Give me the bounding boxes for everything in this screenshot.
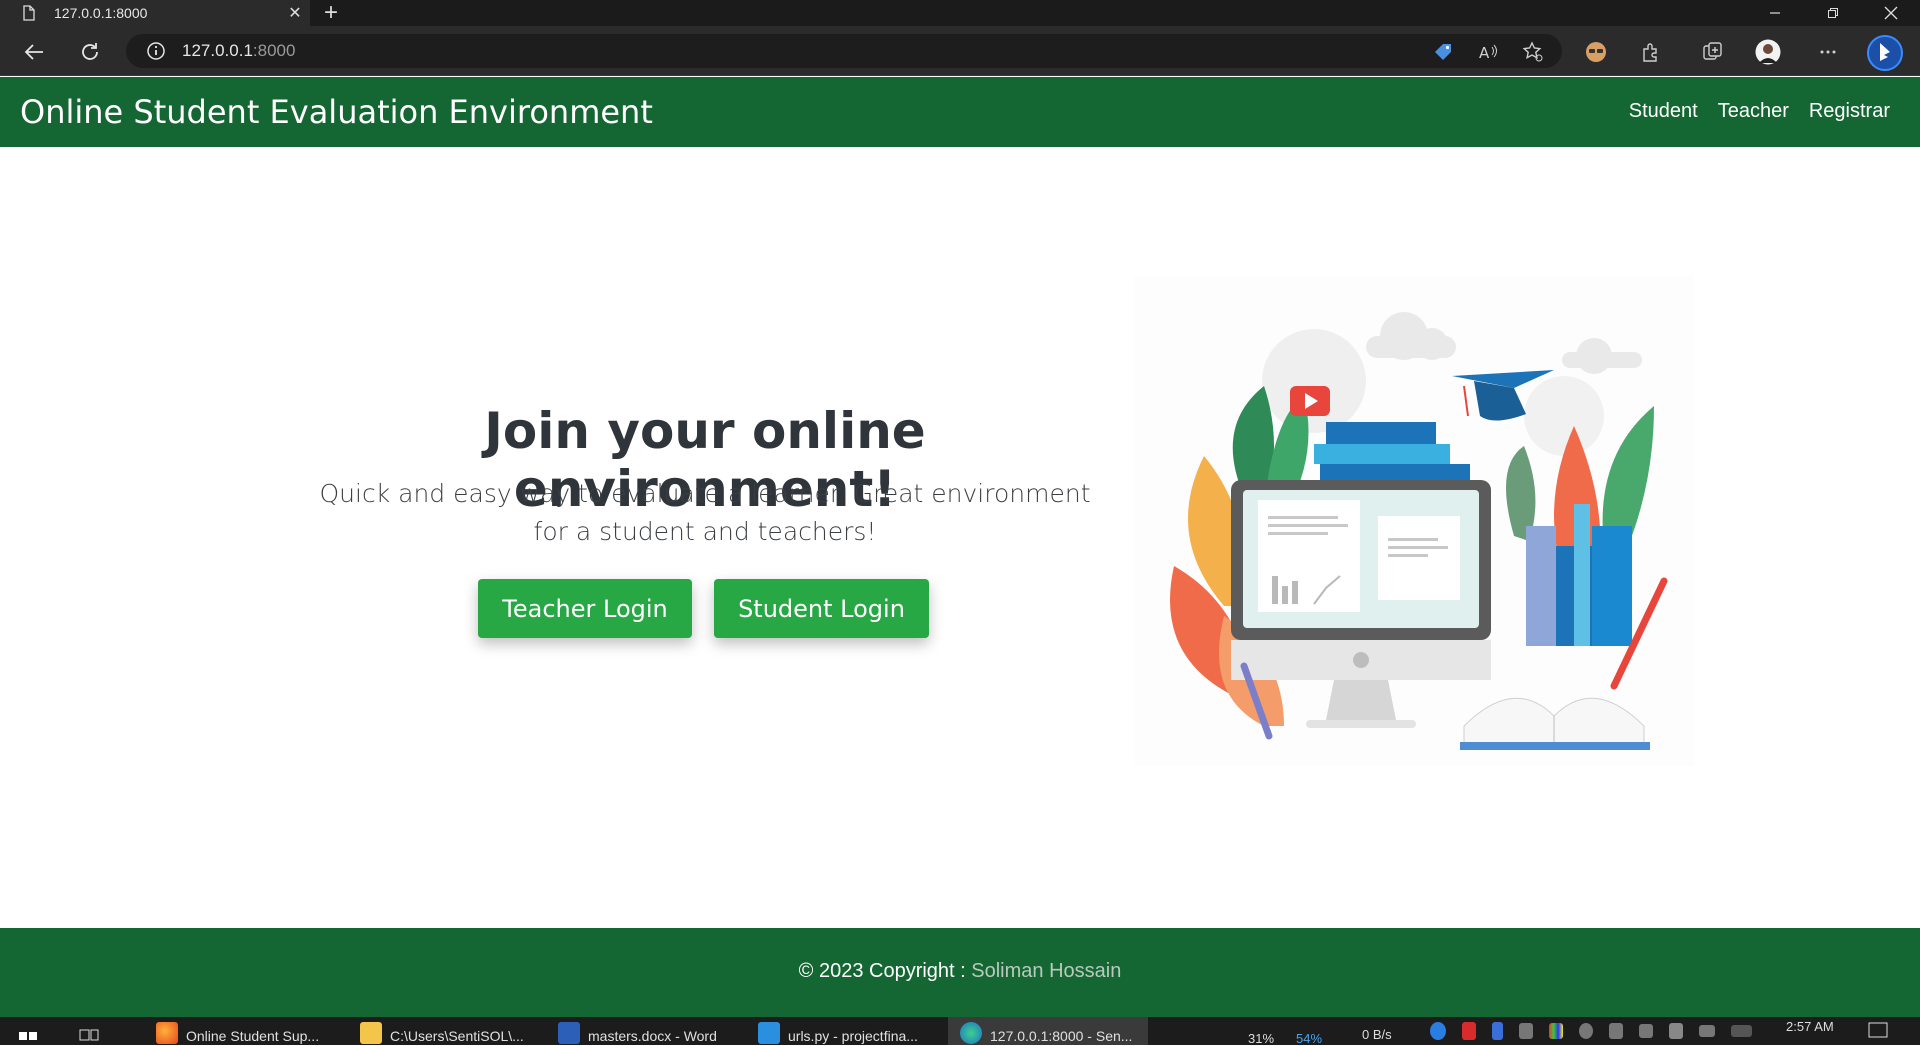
nav-link-teacher[interactable]: Teacher [1718,100,1789,123]
site-brand[interactable]: Online Student Evaluation Environment [20,93,653,131]
bing-chat-icon[interactable] [1866,34,1904,72]
extension-avatar-icon[interactable] [1583,39,1609,65]
info-icon[interactable] [146,41,166,61]
taskbar-item-word[interactable]: masters.docx - Word [558,1017,728,1045]
teacher-login-button[interactable]: Teacher Login [478,579,692,638]
clock-time: 2:57 AM [1786,1019,1834,1034]
page-icon [23,5,35,21]
taskbar-item-label: urls.py - projectfina... [788,1028,918,1044]
taskbar-item-label: Online Student Sup... [186,1028,320,1044]
windows-taskbar: Online Student Sup... C:\Users\SentiSOL\… [0,1017,1920,1046]
keyboard-icon[interactable] [1730,1024,1753,1037]
collections-icon[interactable] [1700,39,1726,65]
author-link[interactable]: Soliman Hossain [971,960,1121,982]
battery-icon[interactable] [1638,1023,1653,1038]
bluetooth-icon[interactable] [1491,1021,1503,1040]
read-aloud-icon[interactable]: A [1475,39,1501,65]
display-icon[interactable] [1699,1024,1715,1037]
taskbar-item-label: 127.0.0.1:8000 - Sen... [990,1028,1133,1044]
browser-tab[interactable]: 127.0.0.1:8000 ✕ [0,0,310,26]
site-footer: © 2023 Copyright : Soliman Hossain [0,928,1920,1017]
color-app-icon[interactable] [1548,1022,1563,1039]
copyright-prefix: © 2023 Copyright : [798,960,972,982]
help-icon[interactable] [1430,1021,1446,1040]
device-icon[interactable] [1518,1022,1533,1039]
restore-icon[interactable] [1810,0,1856,26]
coupon-icon[interactable] [1430,39,1456,65]
minimize-icon[interactable] [1752,0,1798,26]
address-bar[interactable]: 127.0.0.1:8000 [126,34,1562,68]
hero-subtitle: Quick and easy way to evaluate a learner… [319,479,1091,546]
app-tray-icon[interactable] [1461,1021,1476,1040]
firefox-icon [156,1022,178,1044]
system-tray-icons[interactable] [1430,1017,1760,1045]
cpu-percent: 54% [1296,1031,1323,1046]
profile-avatar[interactable] [1755,39,1781,65]
close-window-icon[interactable] [1868,0,1914,26]
url-text: 127.0.0.1:8000 [182,41,295,61]
favorite-icon[interactable] [1520,39,1546,65]
taskbar-item-firefox[interactable]: Online Student Sup... [156,1017,326,1045]
vscode-icon [758,1022,780,1044]
nav-link-student[interactable]: Student [1629,100,1698,123]
nav-links: Student Teacher Registrar [1629,100,1890,123]
start-icon[interactable] [18,1017,46,1045]
taskbar-item-vscode[interactable]: urls.py - projectfina... [758,1017,928,1045]
word-icon [558,1022,580,1044]
notifications-icon[interactable] [1868,1017,1896,1045]
battery-percent: 31% [1248,1031,1275,1046]
tab-title: 127.0.0.1:8000 [54,5,148,21]
nav-link-registrar[interactable]: Registrar [1809,100,1890,123]
network-icon[interactable] [1578,1022,1593,1039]
folder-icon [360,1022,382,1044]
extensions-icon[interactable] [1638,39,1664,65]
taskbar-item-label: masters.docx - Word [588,1028,717,1044]
browser-toolbar: 127.0.0.1:8000 A [0,26,1920,76]
new-tab-button[interactable]: + [318,0,344,26]
close-tab-icon[interactable]: ✕ [280,0,310,26]
network-speed: 0 B/s [1362,1027,1392,1042]
edge-icon [960,1022,982,1044]
url-port: :8000 [252,41,296,60]
copyright-text: © 2023 Copyright : Soliman Hossain [0,960,1920,983]
education-illustration [1170,312,1668,750]
refresh-icon[interactable] [74,36,106,68]
more-options-icon[interactable] [1815,39,1841,65]
site-navbar: Online Student Evaluation Environment St… [0,77,1920,147]
taskbar-item-edge[interactable]: 127.0.0.1:8000 - Sen... [948,1017,1148,1045]
browser-tab-strip: 127.0.0.1:8000 ✕ + [0,0,1920,26]
volume-icon[interactable] [1608,1022,1623,1039]
task-view-icon[interactable] [78,1017,106,1045]
taskbar-item-label: C:\Users\SentiSOL\... [390,1028,524,1044]
windows-security-icon[interactable] [1668,1022,1684,1039]
back-icon[interactable] [18,36,50,68]
url-host: 127.0.0.1 [182,41,253,60]
hero-illustration [1134,276,1694,766]
svg-text:A: A [1479,44,1490,62]
taskbar-item-explorer[interactable]: C:\Users\SentiSOL\... [360,1017,530,1045]
student-login-button[interactable]: Student Login [714,579,929,638]
